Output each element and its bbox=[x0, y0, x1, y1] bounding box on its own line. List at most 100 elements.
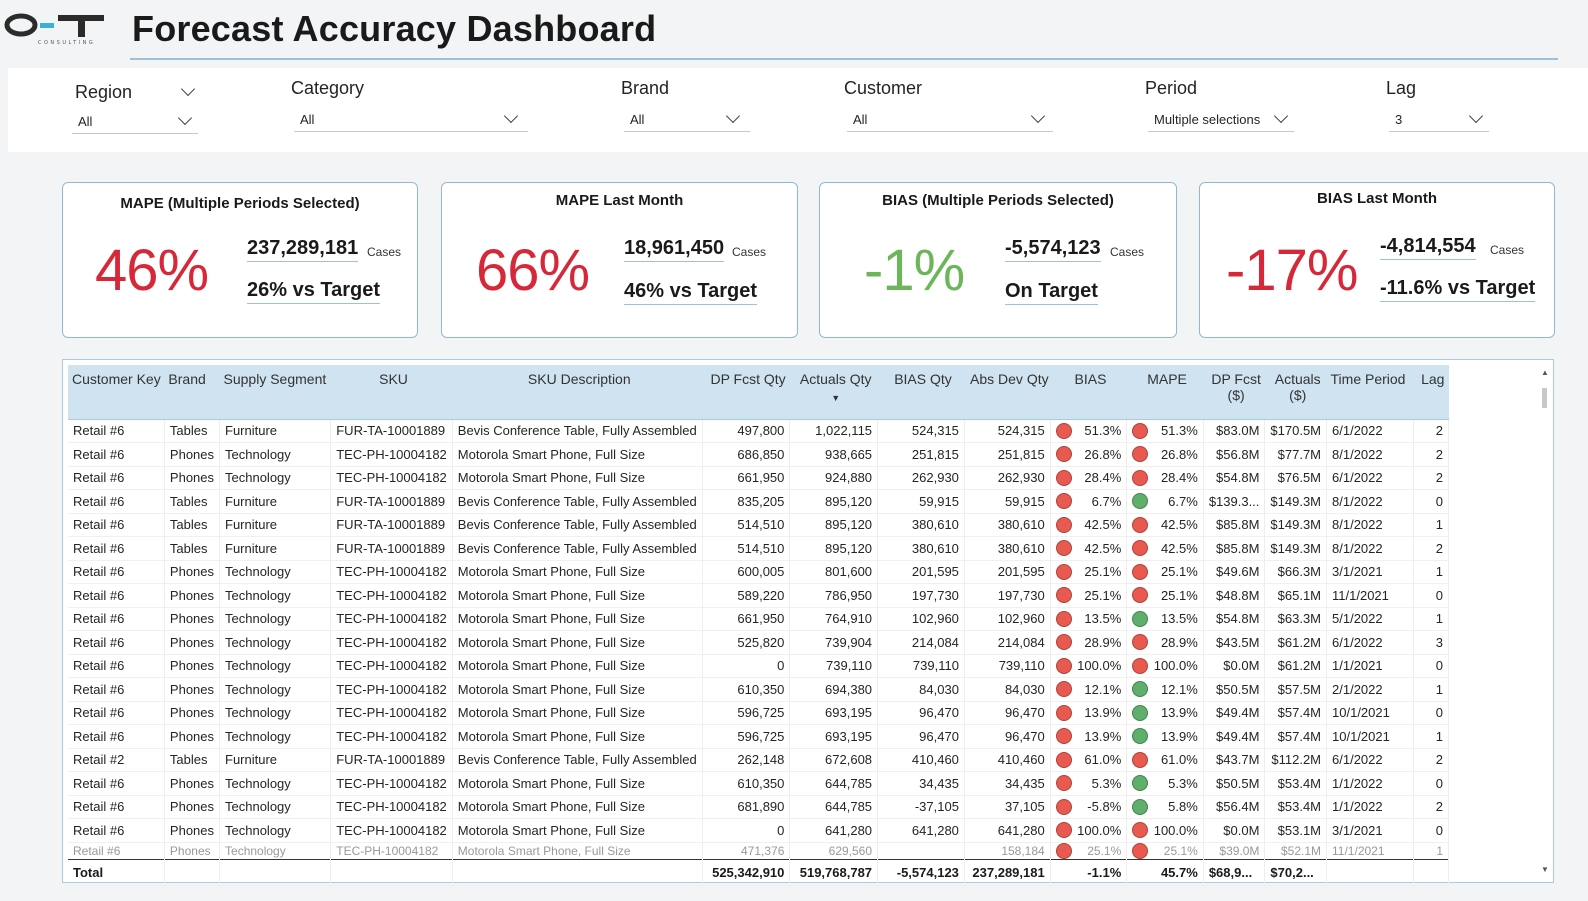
customer-dropdown[interactable]: All bbox=[847, 108, 1053, 132]
table-cell: $63.3M bbox=[1264, 607, 1328, 631]
table-cell: $149.3M bbox=[1264, 513, 1328, 537]
scroll-up-icon[interactable]: ▲ bbox=[1541, 368, 1549, 377]
table-cell: 1 bbox=[1413, 607, 1450, 631]
brand-dropdown[interactable]: All bbox=[624, 108, 750, 132]
table-cell: $65.1M bbox=[1264, 583, 1328, 607]
mape-cell: 28.9% bbox=[1126, 630, 1204, 654]
table-row[interactable]: Retail #2 Tables Furniture FUR-TA-10001889 B… bbox=[68, 748, 1450, 772]
table-cell: Retail #6 bbox=[68, 677, 165, 701]
table-cell: TEC-PH-10004182 bbox=[330, 677, 453, 701]
table-cell: $43.5M bbox=[1203, 630, 1266, 654]
table-row[interactable]: Retail #6 Phones Technology TEC-PH-10004182… bbox=[68, 654, 1450, 678]
table-cell: 1 bbox=[1413, 724, 1450, 748]
table-cell: 739,904 bbox=[789, 630, 879, 654]
column-header-customer-key[interactable]: Customer Key bbox=[68, 365, 165, 420]
table-row[interactable]: Retail #6 Phones Technology TEC-PH-10004182… bbox=[68, 607, 1450, 631]
table-row[interactable]: Retail #6 Phones Technology TEC-PH-10004182… bbox=[68, 795, 1450, 819]
table-body: Retail #6 Tables Furniture FUR-TA-10001889 B… bbox=[68, 419, 1450, 885]
table-cell: 1 bbox=[1413, 513, 1450, 537]
table-row[interactable]: Retail #6 Phones Technology TEC-PH-10004182… bbox=[68, 630, 1450, 654]
column-header-abs-dev-qty[interactable]: Abs Dev Qty bbox=[964, 365, 1051, 420]
table-cell: Motorola Smart Phone, Full Size bbox=[452, 654, 703, 678]
bias-value: 6.7% bbox=[1091, 493, 1122, 509]
card-cases-value: -4,814,554 bbox=[1380, 235, 1476, 260]
column-header-time-period[interactable]: Time Period bbox=[1326, 365, 1414, 420]
sort-descending-icon[interactable]: ▼ bbox=[794, 393, 878, 403]
table-row[interactable]: Retail #6 Tables Furniture FUR-TA-10001889 B… bbox=[68, 489, 1450, 513]
table-row[interactable]: Retail #6 Phones Technology TEC-PH-10004182… bbox=[68, 560, 1450, 584]
column-header-brand[interactable]: Brand bbox=[164, 365, 220, 420]
column-header-sku[interactable]: SKU bbox=[330, 365, 453, 420]
table-row[interactable]: Retail #6 Phones Technology TEC-PH-10004182… bbox=[68, 701, 1450, 725]
column-header-actuals-qty[interactable]: Actuals Qty ▼ bbox=[789, 365, 878, 420]
table-row[interactable]: Retail #6 Tables Furniture FUR-TA-10001889 B… bbox=[68, 419, 1450, 443]
table-row[interactable]: Retail #6 Tables Furniture FUR-TA-10001889 B… bbox=[68, 536, 1450, 560]
total-cell bbox=[164, 858, 221, 885]
table-cell: Bevis Conference Table, Fully Assembled bbox=[452, 489, 703, 513]
table-cell: Motorola Smart Phone, Full Size bbox=[452, 795, 703, 819]
bias-cell: 5.3% bbox=[1050, 771, 1128, 795]
red-status-icon bbox=[1055, 422, 1072, 439]
table-cell: 34,435 bbox=[964, 771, 1051, 795]
filter-period: Period bbox=[1145, 78, 1197, 99]
green-status-icon bbox=[1132, 704, 1149, 721]
table-cell: Motorola Smart Phone, Full Size bbox=[452, 842, 703, 859]
table-row[interactable]: Retail #6 Tables Furniture FUR-TA-10001889 B… bbox=[68, 513, 1450, 537]
column-header-mape[interactable]: MAPE bbox=[1126, 365, 1204, 420]
table-cell: 1/1/2021 bbox=[1326, 654, 1414, 678]
column-header-bias-qty[interactable]: BIAS Qty bbox=[877, 365, 965, 420]
table-cell: $139.3... bbox=[1203, 489, 1266, 513]
table-row[interactable]: Retail #6 Phones Technology TEC-PH-10004182… bbox=[68, 442, 1450, 466]
table-cell: Furniture bbox=[219, 748, 332, 772]
chevron-down-icon bbox=[1468, 108, 1484, 124]
table-cell: Retail #6 bbox=[68, 536, 165, 560]
category-dropdown[interactable]: All bbox=[294, 108, 528, 132]
scroll-thumb[interactable] bbox=[1542, 388, 1547, 408]
table-cell: Phones bbox=[164, 701, 221, 725]
red-status-icon bbox=[1132, 516, 1149, 533]
column-header-supply-segment[interactable]: Supply Segment bbox=[219, 365, 331, 420]
bias-value: 100.0% bbox=[1077, 822, 1122, 838]
column-header-dp-fcst[interactable]: DP Fcst ($) bbox=[1203, 365, 1265, 420]
region-dropdown[interactable]: All bbox=[72, 110, 198, 134]
mape-cell: 25.1% bbox=[1126, 583, 1204, 607]
card-title: MAPE Last Month bbox=[555, 192, 684, 209]
table-row[interactable]: Retail #6 Phones Technology TEC-PH-10004182… bbox=[68, 842, 1450, 859]
bias-cell: 13.9% bbox=[1050, 701, 1128, 725]
filter-region: Region bbox=[75, 81, 196, 103]
table-row[interactable]: Retail #6 Phones Technology TEC-PH-10004182… bbox=[68, 818, 1450, 842]
bias-cell: 26.8% bbox=[1050, 442, 1128, 466]
lag-dropdown[interactable]: 3 bbox=[1389, 108, 1489, 132]
table-cell: TEC-PH-10004182 bbox=[330, 818, 453, 842]
mape-cell: 12.1% bbox=[1126, 677, 1204, 701]
table-scrollbar[interactable]: ▲ ▼ bbox=[1541, 368, 1549, 874]
table-cell: 672,608 bbox=[789, 748, 879, 772]
table-cell: Phones bbox=[164, 771, 221, 795]
table-row[interactable]: Retail #6 Phones Technology TEC-PH-10004182… bbox=[68, 677, 1450, 701]
table-cell: Motorola Smart Phone, Full Size bbox=[452, 466, 703, 490]
table-cell: 641,280 bbox=[964, 818, 1051, 842]
column-header-sku-description[interactable]: SKU Description bbox=[452, 365, 703, 420]
table-cell: Retail #6 bbox=[68, 630, 165, 654]
chevron-down-icon[interactable] bbox=[180, 81, 196, 97]
column-header-bias[interactable]: BIAS bbox=[1050, 365, 1127, 420]
table-cell: $57.5M bbox=[1264, 677, 1328, 701]
red-status-icon bbox=[1055, 775, 1072, 792]
table-cell: $85.8M bbox=[1203, 536, 1266, 560]
red-status-icon bbox=[1132, 822, 1149, 839]
scroll-down-icon[interactable]: ▼ bbox=[1541, 865, 1549, 874]
column-header-dp-fcst-qty[interactable]: DP Fcst Qty bbox=[702, 365, 790, 420]
table-row[interactable]: Retail #6 Phones Technology TEC-PH-10004182… bbox=[68, 771, 1450, 795]
table-cell: $61.2M bbox=[1264, 654, 1328, 678]
table-cell: 262,930 bbox=[964, 466, 1051, 490]
red-status-icon bbox=[1132, 751, 1149, 768]
red-status-icon bbox=[1055, 516, 1072, 533]
column-header-lag[interactable]: Lag bbox=[1413, 365, 1449, 420]
table-row[interactable]: Retail #6 Phones Technology TEC-PH-10004182… bbox=[68, 724, 1450, 748]
table-row[interactable]: Retail #6 Phones Technology TEC-PH-10004182… bbox=[68, 466, 1450, 490]
table-cell: 380,610 bbox=[877, 536, 965, 560]
period-dropdown[interactable]: Multiple selections bbox=[1148, 108, 1294, 132]
table-cell: Retail #6 bbox=[68, 771, 165, 795]
column-header-actuals[interactable]: Actuals ($) bbox=[1264, 365, 1327, 420]
table-row[interactable]: Retail #6 Phones Technology TEC-PH-10004182… bbox=[68, 583, 1450, 607]
